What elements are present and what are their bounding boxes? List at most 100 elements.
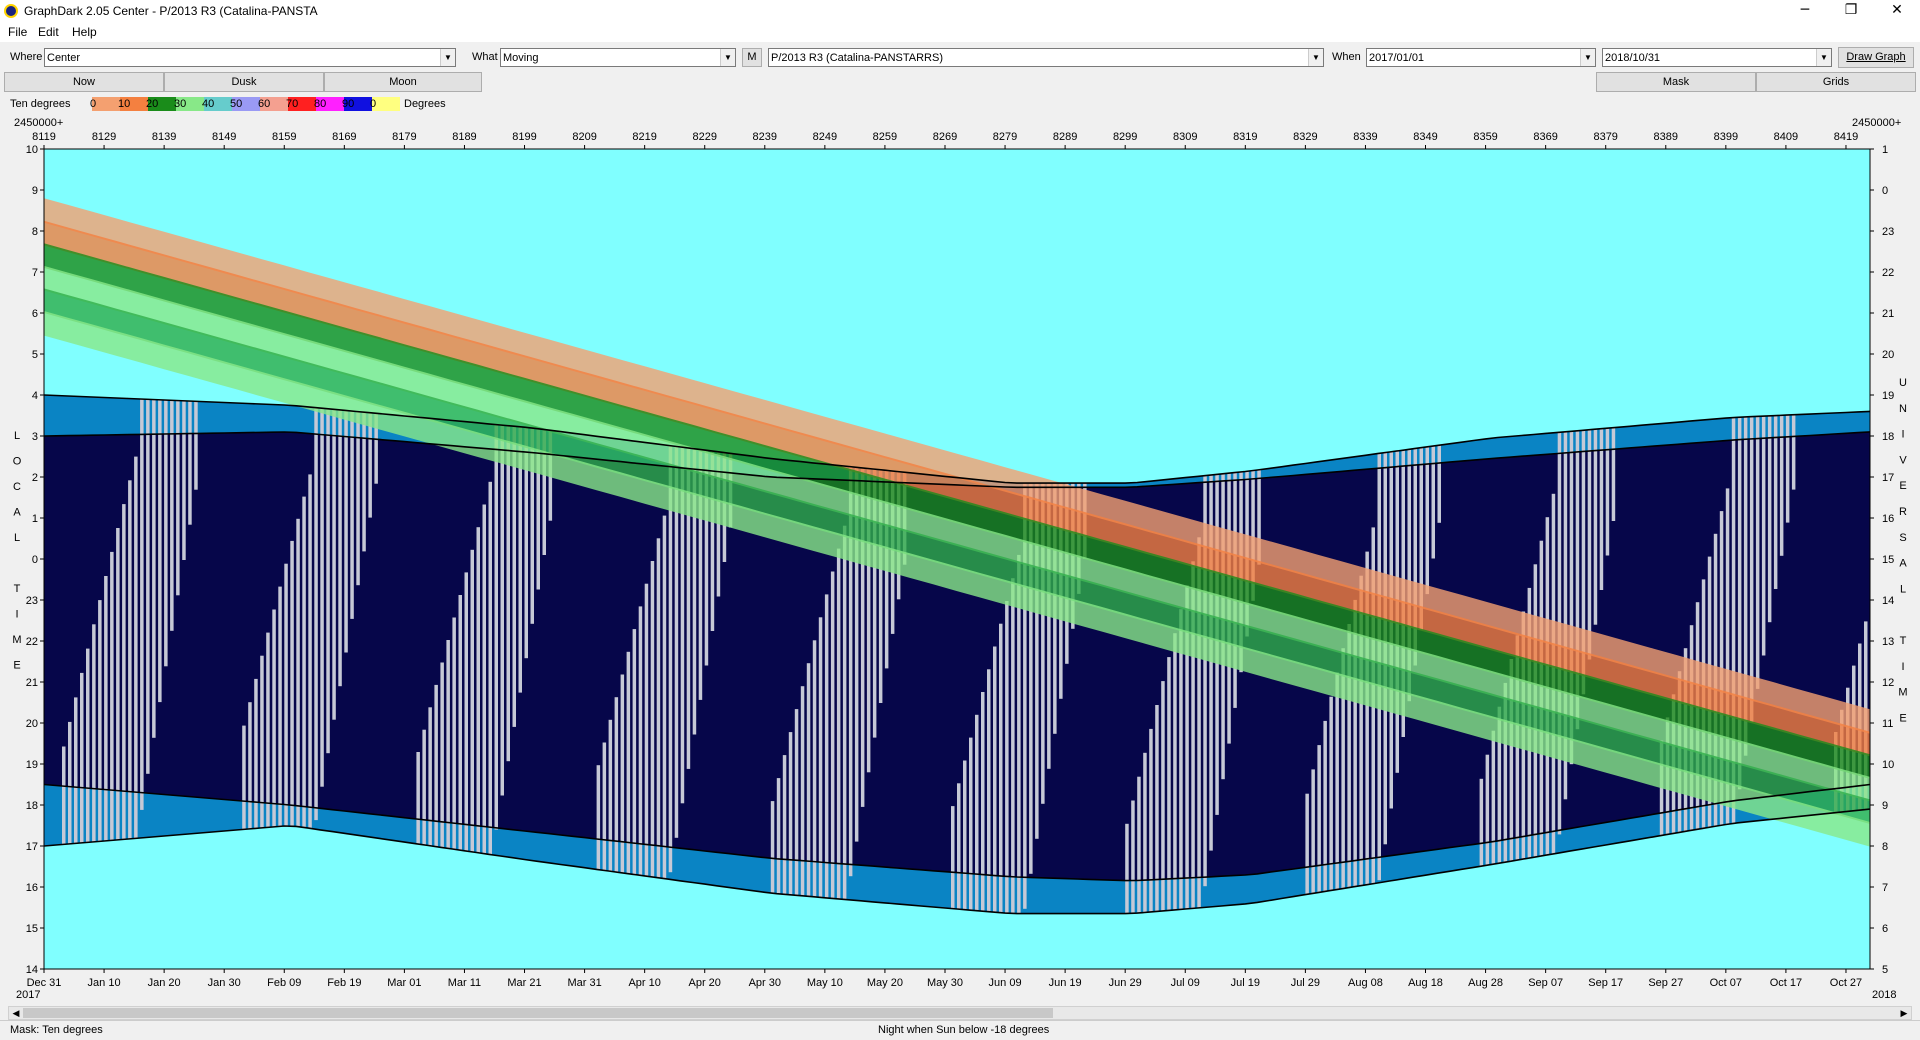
left-axis-title-letter: C [13,481,21,493]
object-select[interactable]: P/2013 R3 (Catalina-PANSTARRS) ▼ [768,48,1324,67]
moonlight-stripe [951,806,955,909]
toolbar: Where Center ▼ What Moving ▼ M P/2013 R3… [0,44,1920,70]
draw-graph-button[interactable]: Draw Graph [1838,47,1914,68]
menu-edit[interactable]: Edit [38,25,59,39]
jd-tick-label: 8349 [1413,131,1437,143]
scroll-left-icon[interactable]: ◀ [9,1007,23,1019]
right-tick-label: 19 [1882,390,1894,402]
moonlight-stripe [776,778,781,894]
where-select[interactable]: Center ▼ [44,48,456,67]
moonlight-stripe [266,632,270,828]
left-tick-label: 9 [32,185,38,197]
m-button[interactable]: M [742,48,762,67]
date-tick-label: Jan 20 [148,977,181,989]
moonlight-stripe [458,595,462,850]
moonlight-stripe [170,400,174,631]
left-tick-label: 19 [26,759,38,771]
date-tick-label: Oct 27 [1830,977,1862,989]
now-button[interactable]: Now [4,72,164,92]
date-tick-label: Mar 21 [507,977,541,989]
where-label: Where [10,51,43,63]
end-date-select[interactable]: 2018/10/31 ▼ [1602,48,1832,67]
chevron-down-icon[interactable]: ▼ [1816,49,1831,66]
moonlight-stripe [957,783,961,910]
date-tick-label: Jan 30 [208,977,241,989]
moonlight-stripe [80,672,84,843]
jd-tick-label: 8229 [692,131,716,143]
right-axis-title-letter: S [1899,532,1906,544]
close-button[interactable]: ✕ [1874,0,1920,22]
chevron-down-icon[interactable]: ▼ [440,49,455,66]
scroll-right-icon[interactable]: ▶ [1897,1007,1911,1019]
moonlight-stripe [1125,823,1129,914]
moonlight-stripe [452,617,456,849]
moon-button[interactable]: Moon [324,72,482,92]
window-title: GraphDark 2.05 Center - P/2013 R3 (Catal… [24,4,318,18]
moonlight-stripe [1011,578,1015,914]
left-axis-title-letter: I [15,609,18,621]
moonlight-stripe [278,586,282,827]
right-tick-label: 6 [1882,923,1888,935]
moonlight-stripe [608,719,613,871]
jd-prefix-left: 2450000+ [14,117,63,129]
moonlight-stripe [818,617,823,898]
moonlight-stripe [1599,428,1604,590]
left-tick-label: 1 [32,513,38,525]
right-tick-label: 16 [1882,513,1894,525]
mask-button[interactable]: Mask [1596,72,1756,92]
minimize-button[interactable]: ─ [1782,0,1828,22]
moonlight-stripe [500,425,504,796]
right-tick-label: 14 [1882,595,1894,607]
right-axis-title-letter: V [1899,454,1907,466]
jd-tick-label: 8319 [1233,131,1257,143]
left-tick-label: 16 [26,882,38,894]
restore-button[interactable]: ❐ [1828,0,1874,22]
chevron-down-icon[interactable]: ▼ [1308,49,1323,66]
moonlight-stripe [842,525,847,900]
right-tick-label: 1 [1882,144,1888,156]
moonlight-stripe [362,412,366,552]
moonlight-stripe [122,504,126,840]
chevron-down-icon[interactable]: ▼ [1580,49,1595,66]
right-axis-title-letter: I [1901,429,1904,441]
legend-label: 50 [230,98,243,110]
right-axis-title-letter: E [1899,712,1906,724]
moonlight-stripe [116,528,120,840]
when-label: When [1332,51,1361,63]
moonlight-stripe [242,725,246,830]
moonlight-stripe [1017,554,1021,914]
moonlight-stripe [92,624,96,842]
moonlight-stripe [638,606,643,876]
grids-button[interactable]: Grids [1756,72,1916,92]
left-tick-label: 22 [26,636,38,648]
moonlight-stripe [68,721,72,844]
start-date-select[interactable]: 2017/01/01 ▼ [1366,48,1596,67]
what-select[interactable]: Moving ▼ [500,48,736,67]
moonlight-stripe [644,583,649,876]
left-axis-title-letter: L [14,430,20,442]
menu-file[interactable]: File [8,25,27,39]
object-value: P/2013 R3 (Catalina-PANSTARRS) [771,52,943,64]
date-tick-label: May 10 [807,977,843,989]
year-left: 2017 [16,989,40,1001]
menu-help[interactable]: Help [72,25,97,39]
date-tick-label: Mar 01 [387,977,421,989]
dusk-button[interactable]: Dusk [164,72,324,92]
moonlight-stripe [164,400,168,667]
moonlight-stripe [470,549,474,852]
jd-tick-label: 8119 [32,131,56,143]
moonlight-stripe [290,540,294,826]
moonlight-stripe [308,474,312,829]
moonlight-stripe [422,729,426,845]
chevron-down-icon[interactable]: ▼ [720,49,735,66]
graph-panel: 2450000+ 2450000+ 8119 8129 8139 8149 8159 8169… [0,114,1920,1004]
horizontal-scrollbar[interactable]: ◀ ▶ [8,1006,1912,1020]
jd-tick-label: 8169 [332,131,356,143]
legend-label: 80 [314,98,327,110]
left-tick-label: 15 [26,923,38,935]
moonlight-stripe [428,707,432,846]
moonlight-stripe [632,629,637,875]
moonlight-stripe [488,481,492,855]
moonlight-stripe [1167,657,1171,911]
scroll-thumb[interactable] [23,1008,1053,1018]
